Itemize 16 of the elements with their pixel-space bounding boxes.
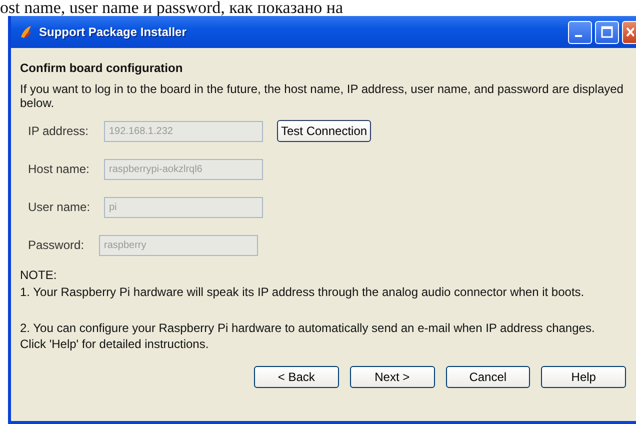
- intro-text: If you want to log in to the board in the future, the host name, IP address, user name, and password are displayed below.: [20, 82, 624, 110]
- dialog-button[interactable]: Help: [541, 366, 626, 388]
- window-title: Support Package Installer: [39, 24, 186, 41]
- field-label: Password:: [28, 237, 86, 254]
- field-label: IP address:: [28, 123, 90, 140]
- note-text: 2. You can configure your Raspberry Pi hardware to automatically send an e-mail when IP address changes. Click 'Help' for detailed instructions.: [20, 320, 595, 352]
- dialog-button[interactable]: Next >: [350, 366, 434, 388]
- dialog-button[interactable]: < Back: [254, 366, 339, 388]
- note-title: NOTE:: [20, 267, 58, 284]
- field-label: Host name:: [28, 161, 90, 178]
- note-text: 1. Your Raspberry Pi hardware will speak its IP address through the analog audio connector when it boots.: [20, 284, 586, 300]
- field-label: User name:: [28, 199, 92, 216]
- page-caption: ost name, user name и password, как показано на: [0, 0, 344, 16]
- dialog-button[interactable]: Cancel: [446, 366, 530, 388]
- test-connection-button[interactable]: Test Connection: [277, 120, 372, 142]
- section-heading: Confirm board configuration: [20, 60, 184, 77]
